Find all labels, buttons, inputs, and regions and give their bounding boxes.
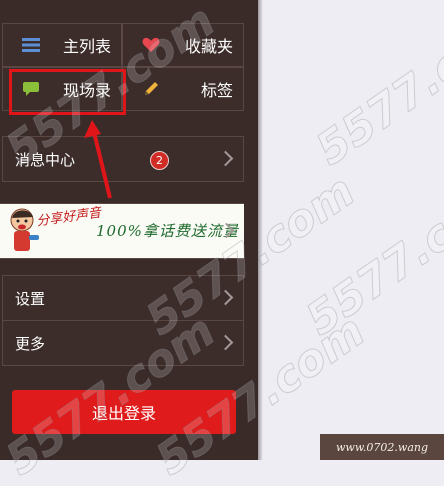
corner-watermark: www.0702.wang (320, 434, 444, 460)
chevron-right-icon (217, 150, 234, 167)
list-icon (19, 33, 43, 57)
more-row[interactable]: 更多 (2, 320, 244, 366)
sidebar-shadow (258, 0, 263, 460)
settings-row[interactable]: 设置 (2, 275, 244, 321)
favorites-button[interactable]: 收藏夹 (122, 23, 244, 67)
logout-button[interactable]: 退出登录 (12, 390, 236, 434)
chevron-right-icon (217, 289, 234, 306)
main-list-button[interactable]: 主列表 (2, 23, 122, 67)
settings-label: 设置 (15, 289, 46, 308)
more-label: 更多 (15, 334, 46, 353)
tags-button[interactable]: 标签 (122, 67, 244, 111)
chevron-right-icon (217, 334, 234, 351)
message-center-row[interactable]: 消息中心 2 (2, 136, 244, 182)
banner-slogan: 分享好声音 (35, 205, 103, 230)
unread-badge: 2 (150, 151, 169, 170)
watermark: 5577.com (297, 165, 444, 346)
promo-banner[interactable]: 分享好声音 100%拿话费送流量 (0, 203, 244, 259)
watermark: 5577.com (307, 0, 444, 176)
heart-icon (139, 33, 163, 57)
banner-text: 100%拿话费送流量 (96, 222, 239, 240)
main-list-label: 主列表 (62, 37, 111, 56)
favorites-label: 收藏夹 (184, 37, 233, 56)
tags-label: 标签 (200, 81, 233, 100)
message-center-label: 消息中心 (15, 150, 76, 169)
pencil-icon (139, 77, 163, 101)
logout-label: 退出登录 (91, 404, 156, 423)
highlight-box (9, 69, 126, 115)
